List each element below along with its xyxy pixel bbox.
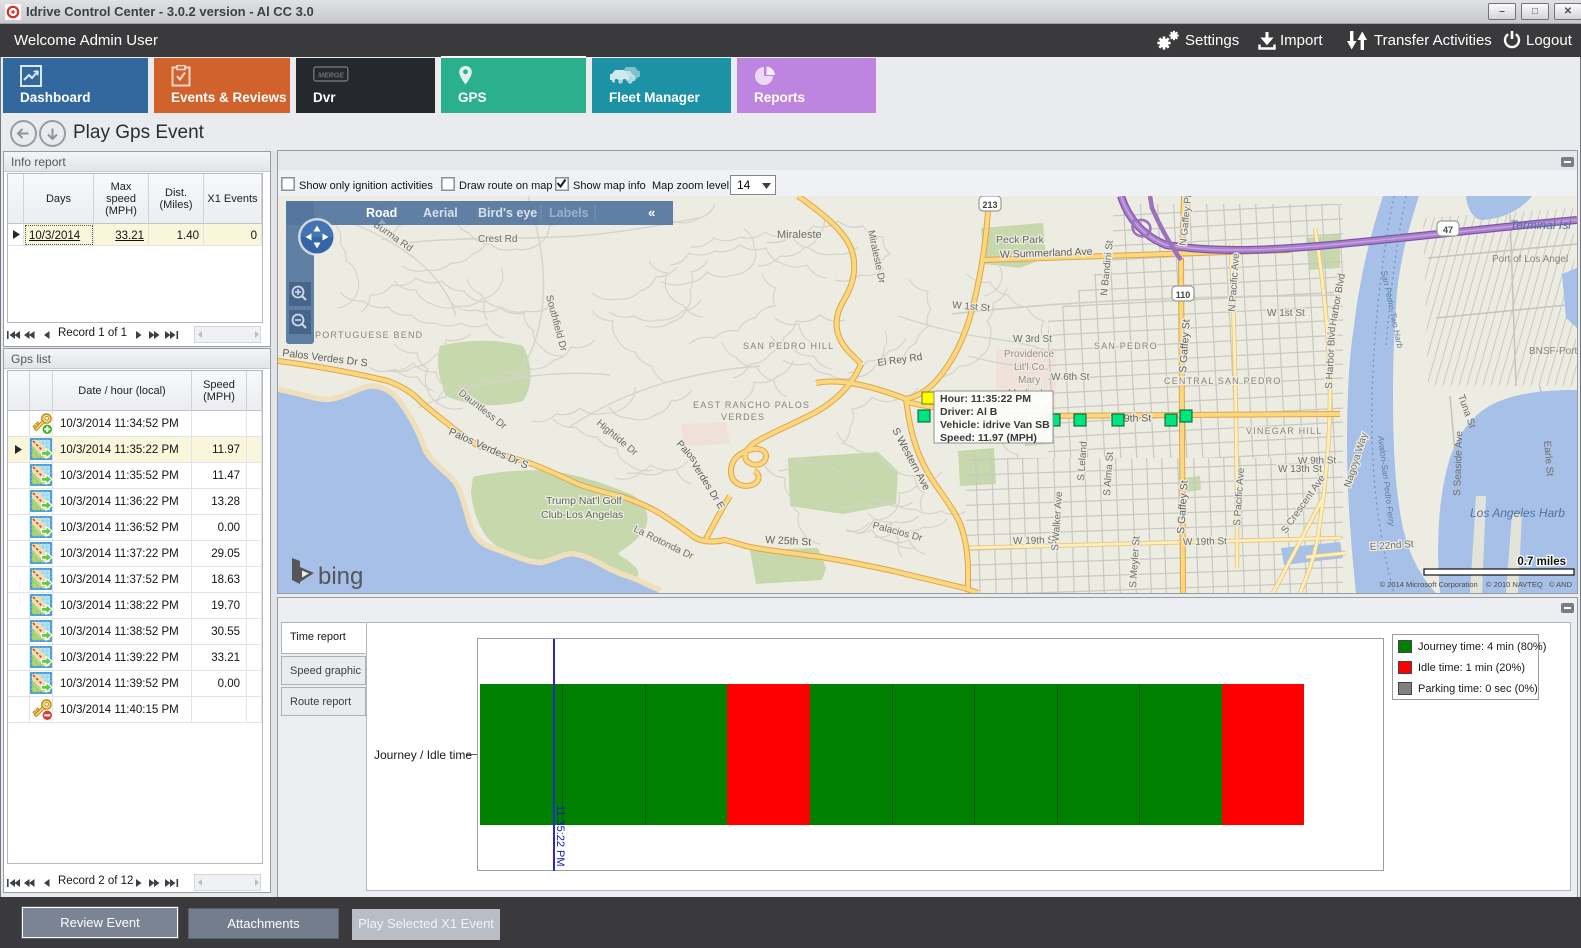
svg-text:W 3rd St: W 3rd St bbox=[1013, 334, 1052, 345]
svg-text:213: 213 bbox=[982, 200, 997, 210]
svg-text:SAN PEDRO: SAN PEDRO bbox=[1094, 341, 1158, 351]
svg-text:W 1st St: W 1st St bbox=[1267, 308, 1305, 319]
svg-text:Peck Park: Peck Park bbox=[996, 234, 1045, 246]
svg-text:CENTRAL SAN PEDRO: CENTRAL SAN PEDRO bbox=[1164, 376, 1282, 386]
svg-text:Aerial: Aerial bbox=[423, 206, 458, 220]
svg-text:Providence: Providence bbox=[1004, 349, 1054, 360]
svg-text:W 25th St: W 25th St bbox=[765, 534, 812, 548]
svg-text:Vehicle: idrive Van SB: Vehicle: idrive Van SB bbox=[940, 419, 1050, 431]
svg-text:Crest Rd: Crest Rd bbox=[478, 234, 517, 245]
svg-text:Trump Nat'l Golf: Trump Nat'l Golf bbox=[546, 495, 622, 507]
svg-text:Lit'l Co: Lit'l Co bbox=[1014, 362, 1045, 373]
svg-text:Club-Los Angelas: Club-Los Angelas bbox=[541, 509, 623, 521]
svg-text:Road: Road bbox=[366, 206, 397, 220]
svg-text:bing: bing bbox=[318, 563, 363, 590]
svg-text:47: 47 bbox=[1443, 225, 1453, 235]
svg-text:110: 110 bbox=[1176, 290, 1191, 300]
svg-text:0.7 miles: 0.7 miles bbox=[1517, 556, 1566, 568]
svg-text:EAST RANCHO PALOS: EAST RANCHO PALOS bbox=[693, 400, 810, 410]
svg-text:W 19th St: W 19th St bbox=[1183, 536, 1227, 548]
svg-text:Miraleste: Miraleste bbox=[777, 229, 822, 241]
svg-text:VERDES: VERDES bbox=[721, 412, 765, 422]
svg-text:W 6th St: W 6th St bbox=[1051, 372, 1090, 383]
svg-text:VINEGAR HILL: VINEGAR HILL bbox=[1246, 426, 1322, 436]
svg-text:Hour: 11:35:22 PM: Hour: 11:35:22 PM bbox=[940, 393, 1031, 405]
svg-text:BNSF-Port: BNSF-Port bbox=[1529, 346, 1577, 357]
svg-text:PORTUGUESE BEND: PORTUGUESE BEND bbox=[315, 330, 423, 340]
svg-text:Los Angeles Harb: Los Angeles Harb bbox=[1470, 506, 1565, 520]
svg-text:Driver: Al B: Driver: Al B bbox=[940, 406, 998, 418]
svg-text:MERGE: MERGE bbox=[318, 73, 344, 80]
svg-text:SAN PEDRO HILL: SAN PEDRO HILL bbox=[743, 341, 834, 351]
svg-text:«: « bbox=[648, 205, 655, 220]
svg-text:© 2014 Microsoft Corporation: © 2014 Microsoft Corporation © 2010 NAVT… bbox=[1380, 580, 1573, 589]
svg-text:Bird's eye: Bird's eye bbox=[478, 206, 537, 220]
svg-text:W 13th St: W 13th St bbox=[1278, 464, 1322, 475]
svg-text:S Seaside Ave: S Seaside Ave bbox=[1452, 430, 1465, 496]
svg-text:Port of Los Angel: Port of Los Angel bbox=[1492, 254, 1568, 265]
svg-text:Labels: Labels bbox=[549, 206, 589, 220]
svg-text:Terminal Isl: Terminal Isl bbox=[1510, 218, 1571, 232]
svg-text:Speed: 11.97 (MPH): Speed: 11.97 (MPH) bbox=[940, 432, 1037, 444]
svg-text:Mary: Mary bbox=[1018, 375, 1040, 386]
